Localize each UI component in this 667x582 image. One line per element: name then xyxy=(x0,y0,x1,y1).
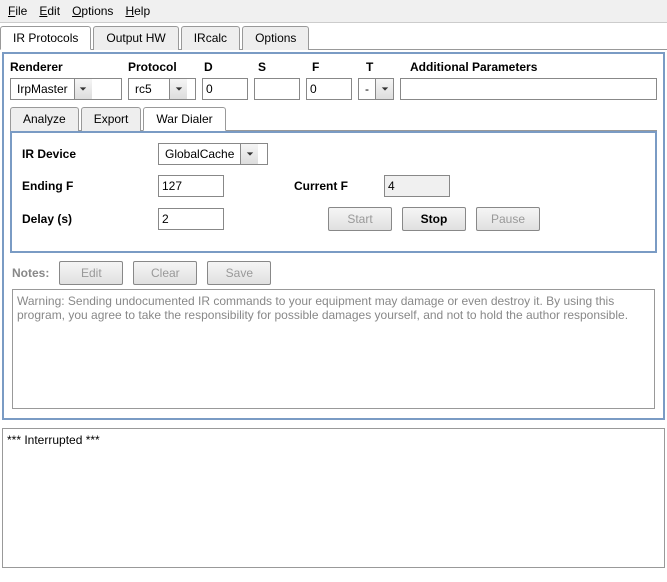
protocol-combo[interactable]: rc5 xyxy=(128,78,196,100)
column-headers: Renderer Protocol D S F T Additional Par… xyxy=(10,60,657,74)
log-textarea: *** Interrupted *** xyxy=(2,428,665,568)
tab-output-hw[interactable]: Output HW xyxy=(93,26,178,50)
header-f: F xyxy=(312,60,360,74)
chevron-down-icon xyxy=(169,79,187,99)
d-input[interactable] xyxy=(202,78,248,100)
additional-input[interactable] xyxy=(400,78,657,100)
chevron-down-icon xyxy=(74,79,92,99)
delay-label: Delay (s) xyxy=(22,212,148,226)
delay-input[interactable] xyxy=(158,208,224,230)
ir-protocols-panel: Renderer Protocol D S F T Additional Par… xyxy=(2,52,665,420)
t-value: - xyxy=(359,79,375,99)
ending-f-input[interactable] xyxy=(158,175,224,197)
menubar: File Edit Options Help xyxy=(0,0,667,23)
protocol-value: rc5 xyxy=(129,79,169,99)
tab-ircalc[interactable]: IRcalc xyxy=(181,26,240,50)
main-tabs: IR Protocols Output HW IRcalc Options xyxy=(0,25,667,50)
notes-label: Notes: xyxy=(12,266,49,280)
tab-analyze[interactable]: Analyze xyxy=(10,107,79,131)
current-f-input xyxy=(384,175,450,197)
notes-edit-button[interactable]: Edit xyxy=(59,261,123,285)
renderer-combo[interactable]: IrpMaster xyxy=(10,78,122,100)
notes-save-button[interactable]: Save xyxy=(207,261,271,285)
chevron-down-icon xyxy=(240,144,258,164)
ir-device-value: GlobalCache xyxy=(159,144,240,164)
menu-options[interactable]: Options xyxy=(72,4,113,18)
notes-textarea: Warning: Sending undocumented IR command… xyxy=(12,289,655,409)
t-combo[interactable]: - xyxy=(358,78,394,100)
tab-options[interactable]: Options xyxy=(242,26,309,50)
ir-device-label: IR Device xyxy=(22,147,148,161)
header-additional: Additional Parameters xyxy=(410,60,537,74)
menu-file[interactable]: File xyxy=(8,4,27,18)
menu-edit[interactable]: Edit xyxy=(39,4,60,18)
tab-ir-protocols[interactable]: IR Protocols xyxy=(0,26,91,50)
renderer-value: IrpMaster xyxy=(11,79,74,99)
header-renderer: Renderer xyxy=(10,60,122,74)
ending-f-label: Ending F xyxy=(22,179,148,193)
f-input[interactable] xyxy=(306,78,352,100)
menu-help[interactable]: Help xyxy=(125,4,150,18)
tab-export[interactable]: Export xyxy=(81,107,142,131)
pause-button[interactable]: Pause xyxy=(476,207,540,231)
notes-clear-button[interactable]: Clear xyxy=(133,261,197,285)
header-d: D xyxy=(204,60,252,74)
ir-device-combo[interactable]: GlobalCache xyxy=(158,143,268,165)
start-button[interactable]: Start xyxy=(328,207,392,231)
stop-button[interactable]: Stop xyxy=(402,207,466,231)
war-dialer-panel: IR Device GlobalCache Ending F Current F… xyxy=(10,131,657,253)
header-protocol: Protocol xyxy=(128,60,198,74)
header-t: T xyxy=(366,60,404,74)
current-f-label: Current F xyxy=(294,179,374,193)
input-row: IrpMaster rc5 - xyxy=(10,78,657,100)
sub-tabs: Analyze Export War Dialer xyxy=(10,106,657,131)
chevron-down-icon xyxy=(375,79,393,99)
s-input[interactable] xyxy=(254,78,300,100)
tab-war-dialer[interactable]: War Dialer xyxy=(143,107,225,131)
header-s: S xyxy=(258,60,306,74)
notes-toolbar: Notes: Edit Clear Save xyxy=(12,261,655,285)
